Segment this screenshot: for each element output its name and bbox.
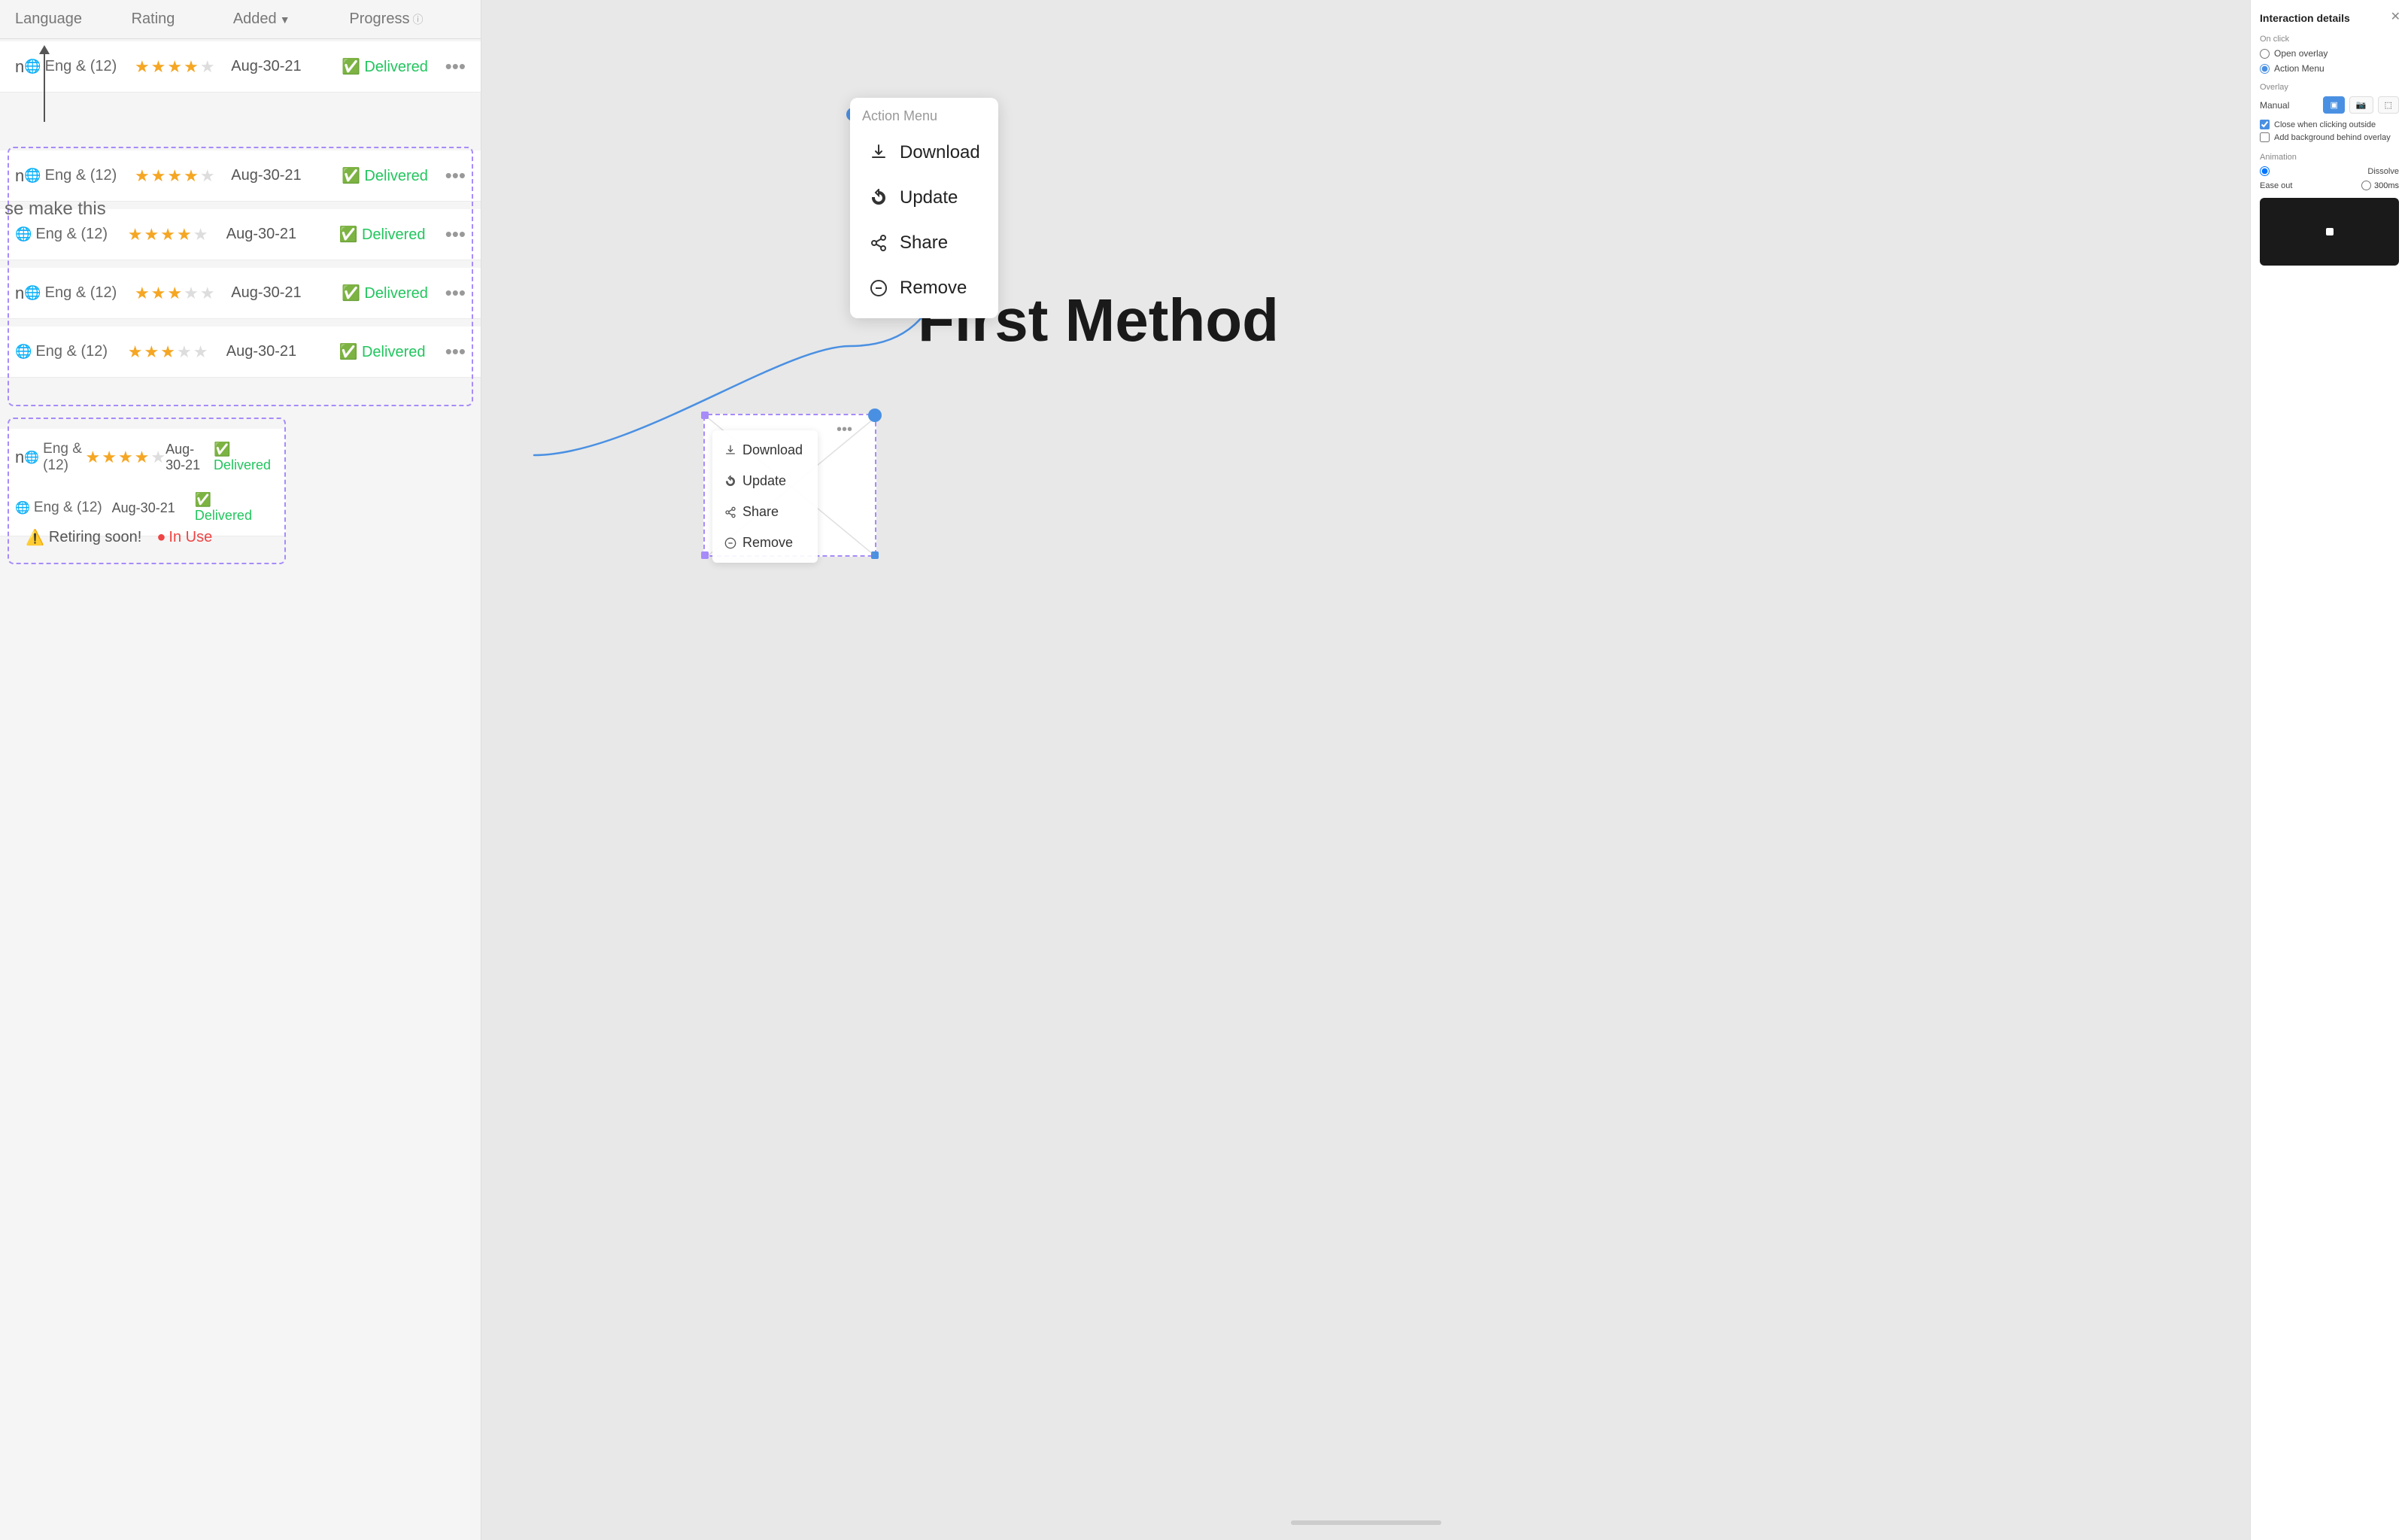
ease-out-row[interactable]: Ease out bbox=[2260, 181, 2355, 190]
preview-dot bbox=[2326, 228, 2334, 235]
row-status: ✅ Delivered bbox=[342, 57, 438, 76]
menu-item-share[interactable]: Share bbox=[850, 220, 998, 266]
animation-preview bbox=[2260, 198, 2399, 266]
connector-line bbox=[481, 0, 2250, 1540]
small-menu-share[interactable]: Share bbox=[712, 497, 818, 527]
row-name: n bbox=[15, 57, 24, 77]
overlay-option-3[interactable]: ⬚ bbox=[2378, 96, 2399, 114]
canvas-area: Action Menu Download Update bbox=[481, 0, 2250, 1540]
radio-action-menu[interactable]: Action Menu bbox=[2260, 63, 2399, 74]
radio-open-overlay[interactable]: Open overlay bbox=[2260, 48, 2399, 59]
overlay-option-2[interactable]: 📷 bbox=[2349, 96, 2373, 114]
side-text: se make this bbox=[0, 196, 111, 223]
overlay-option-1[interactable]: ▣ bbox=[2323, 96, 2344, 114]
animation-label: Animation bbox=[2260, 153, 2399, 162]
dissolve-row[interactable]: Dissolve bbox=[2260, 166, 2399, 176]
header-progress: Progress ⓘ bbox=[349, 11, 466, 28]
row-added: Aug-30-21 bbox=[231, 58, 342, 75]
small-menu-update[interactable]: Update bbox=[712, 466, 818, 497]
menu-item-remove[interactable]: Remove bbox=[850, 266, 998, 311]
share-icon bbox=[868, 232, 889, 254]
trigger-dot-small[interactable] bbox=[868, 409, 882, 422]
manual-label: Manual bbox=[2260, 100, 2289, 111]
row-menu[interactable]: ••• bbox=[438, 55, 466, 78]
small-menu-remove[interactable]: Remove bbox=[712, 527, 818, 558]
right-panel: Interaction details ✕ On click Open over… bbox=[2250, 0, 2408, 1540]
menu-item-download[interactable]: Download bbox=[850, 130, 998, 175]
selection-box-2 bbox=[8, 418, 286, 564]
action-menu-small: Download Update Share Remove bbox=[712, 430, 818, 563]
horizontal-scrollbar[interactable] bbox=[1291, 1520, 1441, 1525]
panel-title: Interaction details bbox=[2260, 12, 2399, 24]
table-row: n 🌐 Eng & (12) ★★★★★ Aug-30-21 ✅ Deliver… bbox=[0, 41, 481, 93]
trigger-label: On click bbox=[2260, 35, 2399, 44]
header-rating: Rating bbox=[132, 11, 233, 28]
table-header: Language Rating Added ▼ Progress ⓘ bbox=[0, 0, 481, 39]
download-icon bbox=[868, 142, 889, 163]
small-menu-download[interactable]: Download bbox=[712, 435, 818, 466]
row-rating: ★★★★★ bbox=[135, 57, 231, 77]
update-icon bbox=[868, 187, 889, 208]
remove-icon bbox=[868, 278, 889, 299]
arrow-indicator bbox=[39, 45, 50, 122]
menu-item-update[interactable]: Update bbox=[850, 175, 998, 220]
action-menu-popup: Action Menu Download Update bbox=[850, 98, 998, 318]
overlay-section-label: Overlay bbox=[2260, 83, 2399, 92]
add-background[interactable]: Add background behind overlay bbox=[2260, 132, 2399, 142]
duration-radio[interactable] bbox=[2361, 181, 2371, 190]
close-button[interactable]: ✕ bbox=[2391, 9, 2400, 24]
animation-section: Animation Dissolve Ease out 300ms bbox=[2260, 153, 2399, 190]
action-menu-label: Action Menu bbox=[850, 105, 998, 130]
header-language: Language bbox=[15, 11, 132, 28]
header-added: Added ▼ bbox=[233, 11, 350, 28]
selection-box-1 bbox=[8, 147, 473, 406]
left-panel: Language Rating Added ▼ Progress ⓘ se ma… bbox=[0, 0, 481, 1540]
close-clicking-outside[interactable]: Close when clicking outside bbox=[2260, 120, 2399, 129]
component-box: ••• Download Update Share Remove bbox=[703, 414, 876, 557]
